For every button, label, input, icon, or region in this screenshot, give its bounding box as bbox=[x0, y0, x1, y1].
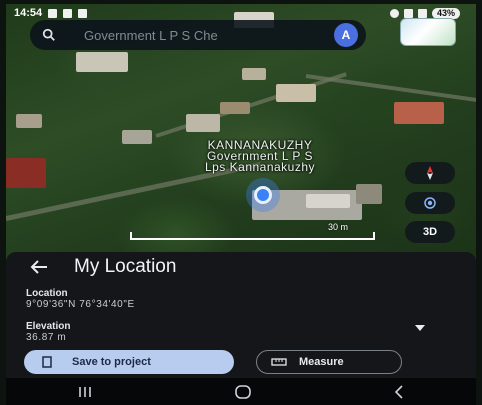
ruler-icon bbox=[271, 358, 287, 366]
chevron-down-icon[interactable] bbox=[414, 324, 426, 332]
account-avatar[interactable]: A bbox=[334, 23, 358, 47]
building bbox=[306, 194, 350, 208]
compass-icon bbox=[427, 166, 433, 180]
building bbox=[76, 52, 128, 72]
bookmark-icon bbox=[42, 356, 52, 368]
search-icon bbox=[42, 28, 55, 41]
map-road bbox=[305, 74, 476, 104]
battery-indicator: 43% bbox=[431, 7, 460, 19]
search-input[interactable]: Government L P S Che bbox=[84, 28, 334, 43]
location-label: Location bbox=[26, 288, 68, 299]
home-icon[interactable] bbox=[234, 384, 252, 399]
scale-label: 30 m bbox=[328, 222, 349, 232]
elevation-value: 36.87 m bbox=[26, 332, 67, 343]
save-to-project-label: Save to project bbox=[72, 356, 151, 368]
system-navigation-bar bbox=[6, 378, 476, 405]
search-bar[interactable]: Government L P S Che A bbox=[30, 20, 366, 50]
status-time: 14:54 bbox=[14, 7, 43, 19]
place-label-line: Lps Kannanakuzhy bbox=[204, 160, 316, 174]
location-value[interactable]: 9°09'36"N 76°34'40"E bbox=[26, 299, 135, 310]
notification-icon bbox=[78, 8, 88, 18]
location-status-icon bbox=[389, 8, 399, 18]
back-icon[interactable] bbox=[393, 384, 405, 399]
building bbox=[242, 68, 266, 80]
back-arrow-icon[interactable] bbox=[28, 256, 50, 278]
place-label[interactable]: KANNANAKUZHY Government L P S Lps Kannan… bbox=[160, 139, 360, 174]
measure-button[interactable]: Measure bbox=[256, 350, 402, 374]
notification-icon bbox=[63, 8, 73, 18]
building bbox=[122, 130, 152, 144]
status-bar: 14:54 43% bbox=[14, 6, 460, 20]
3d-toggle-button[interactable]: 3D bbox=[405, 221, 455, 243]
save-to-project-button[interactable]: Save to project bbox=[24, 350, 234, 374]
signal-icon bbox=[417, 8, 427, 18]
wifi-icon bbox=[403, 8, 413, 18]
layers-icon[interactable] bbox=[400, 18, 456, 46]
my-location-icon bbox=[424, 197, 436, 209]
building bbox=[356, 184, 382, 204]
sheet-header: My Location bbox=[28, 256, 176, 278]
compass-button[interactable] bbox=[405, 162, 455, 184]
building bbox=[186, 114, 220, 132]
current-location-marker bbox=[254, 186, 272, 204]
map-road bbox=[155, 72, 347, 138]
sheet-title: My Location bbox=[74, 256, 177, 277]
building bbox=[220, 102, 250, 114]
notification-icon bbox=[48, 8, 58, 18]
recents-icon[interactable] bbox=[77, 386, 93, 398]
building bbox=[276, 84, 316, 102]
elevation-label: Elevation bbox=[26, 321, 71, 332]
building bbox=[6, 158, 46, 188]
building bbox=[394, 102, 444, 124]
building bbox=[16, 114, 42, 128]
scale-bar bbox=[130, 232, 375, 240]
my-location-button[interactable] bbox=[405, 192, 455, 214]
bottom-sheet[interactable]: My Location Location 9°09'36"N 76°34'40"… bbox=[6, 252, 476, 378]
measure-label: Measure bbox=[299, 356, 344, 368]
